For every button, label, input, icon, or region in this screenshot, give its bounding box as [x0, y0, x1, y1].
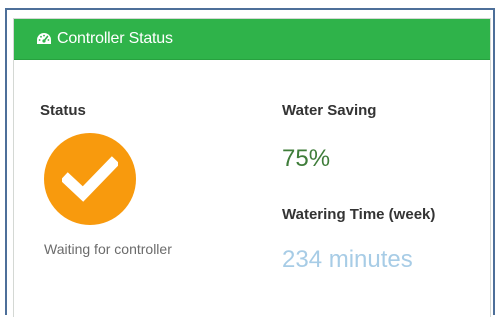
checkmark-icon [62, 156, 118, 202]
panel-title: Controller Status [57, 30, 173, 47]
status-text: Waiting for controller [44, 241, 172, 257]
controller-status-panel: Controller Status Status Waiting for con… [13, 18, 491, 317]
dashboard-icon [36, 32, 52, 46]
water-saving-label: Water Saving [282, 102, 377, 119]
water-saving-value: 75% [282, 145, 331, 172]
watering-time-label: Watering Time (week) [282, 206, 436, 223]
status-label: Status [40, 102, 86, 119]
panel-header: Controller Status [14, 19, 490, 60]
window-frame: Controller Status Status Waiting for con… [5, 8, 495, 317]
status-indicator [44, 133, 136, 225]
watering-time-value: 234 minutes [282, 246, 413, 273]
